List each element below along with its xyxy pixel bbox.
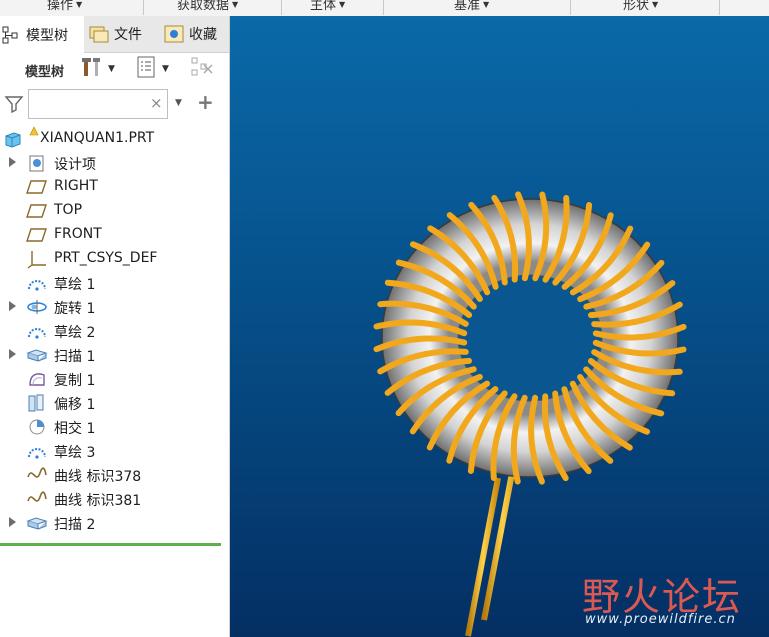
tree-item[interactable]: 曲线 标识381 (0, 487, 229, 511)
tree-item[interactable]: 复制 1 (0, 367, 229, 391)
model-tree-toolbar: 模型树 ▼ ▼ (0, 52, 229, 86)
tree-item-label: 设计项 (54, 157, 96, 173)
sweep-icon (26, 513, 48, 533)
divider (281, 0, 282, 15)
tree-display-button[interactable] (190, 56, 216, 82)
tree-item-label: 扫描 2 (54, 517, 96, 533)
sweep-icon (26, 345, 48, 365)
tree-filter-row: × ▼ + (0, 88, 229, 122)
tab-model-tree[interactable]: 模型树 (0, 16, 84, 53)
chevron-down-icon: ▼ (483, 0, 490, 9)
intersect-icon (26, 417, 48, 437)
tree-item[interactable]: 旋转 1 (0, 295, 229, 319)
tree-item-label: 复制 1 (54, 373, 96, 389)
chevron-down-icon: ▼ (162, 64, 169, 74)
curve-icon (26, 465, 48, 485)
tree-item-label: 偏移 1 (54, 397, 96, 413)
design-items-icon (26, 153, 48, 173)
expand-arrow-icon[interactable] (9, 349, 16, 359)
tree-item[interactable]: TOP (0, 199, 229, 223)
tree-item-label: 相交 1 (54, 421, 96, 437)
model-tree-icon (0, 24, 22, 46)
tab-files[interactable]: 文件 (88, 16, 158, 52)
tree-item[interactable]: 偏移 1 (0, 391, 229, 415)
navigator-tabs: 模型树 文件 收藏 (0, 16, 229, 53)
tree-item[interactable]: 草绘 3 (0, 439, 229, 463)
part-icon (2, 129, 24, 149)
ribbon-group-shapes[interactable]: 形状 ▼ (623, 0, 658, 14)
tree-item-label: 旋转 1 (54, 301, 96, 317)
expand-arrow-icon[interactable] (9, 157, 16, 167)
tree-item-label: 曲线 标识378 (54, 469, 142, 485)
tree-item[interactable]: 扫描 1 (0, 343, 229, 367)
clear-icon[interactable]: × (150, 94, 163, 112)
curve-icon (26, 489, 48, 509)
chevron-down-icon: ▼ (108, 64, 115, 74)
favorites-icon (163, 23, 185, 45)
ribbon-group-get-data[interactable]: 获取数据 ▼ (177, 0, 238, 14)
tree-item-label: RIGHT (54, 178, 98, 194)
expand-arrow-icon[interactable] (9, 301, 16, 311)
model-tree-label[interactable]: 模型树 (25, 61, 64, 80)
sketch-icon (26, 441, 48, 461)
list-columns-icon (134, 55, 158, 83)
chevron-down-icon[interactable]: ▼ (175, 98, 182, 108)
tree-item[interactable]: RIGHT (0, 175, 229, 199)
chevron-down-icon: ▼ (339, 0, 346, 9)
tools-icon (80, 55, 104, 83)
navigator-panel: 模型树 文件 收藏 模型树 ▼ ▼ × ▼ + XIANQUAN1.PRT 设计… (0, 16, 230, 637)
tree-item-label: FRONT (54, 226, 102, 242)
folder-icon (88, 23, 110, 45)
tree-item-label: 草绘 2 (54, 325, 96, 341)
tree-item-label: 草绘 1 (54, 277, 96, 293)
tree-item[interactable]: PRT_CSYS_DEF (0, 247, 229, 271)
offset-icon (26, 393, 48, 413)
datum-plane-icon (26, 177, 48, 197)
warning-icon (29, 124, 39, 140)
expand-arrow-icon[interactable] (9, 517, 16, 527)
graphics-viewport[interactable]: 野火论坛 www.proewildfire.cn (230, 16, 769, 637)
sketch-icon (26, 321, 48, 341)
divider (719, 0, 720, 15)
chevron-down-icon: ▼ (652, 0, 659, 9)
tree-item[interactable]: 扫描 2 (0, 511, 229, 535)
add-button[interactable]: + (197, 90, 214, 114)
datum-plane-icon (26, 201, 48, 221)
tree-item[interactable]: 草绘 1 (0, 271, 229, 295)
ribbon-group-bar: 操作 ▼ 获取数据 ▼ 主体 ▼ 基准 ▼ 形状 ▼ (0, 0, 769, 17)
sketch-icon (26, 273, 48, 293)
csys-icon (26, 249, 48, 269)
tree-item[interactable]: FRONT (0, 223, 229, 247)
forum-watermark-url: www.proewildfire.cn (585, 612, 736, 627)
ribbon-group-body[interactable]: 主体 ▼ (310, 0, 345, 14)
divider (570, 0, 571, 15)
tree-settings-button[interactable]: ▼ (80, 56, 115, 82)
divider (383, 0, 384, 15)
datum-plane-icon (26, 225, 48, 245)
tree-item-label: PRT_CSYS_DEF (54, 250, 158, 266)
tree-item[interactable]: 设计项 (0, 151, 229, 175)
tab-favorites[interactable]: 收藏 (163, 16, 229, 52)
ribbon-group-operations[interactable]: 操作 ▼ (47, 0, 82, 14)
chevron-down-icon: ▼ (76, 0, 83, 9)
divider (0, 543, 221, 546)
copy-icon (26, 369, 48, 389)
revolve-icon (26, 297, 48, 317)
filter-icon[interactable] (4, 94, 24, 118)
tree-item-label: TOP (54, 202, 83, 218)
tree-item[interactable]: 相交 1 (0, 415, 229, 439)
tree-search-input[interactable] (28, 89, 168, 119)
toroid-coil-model[interactable] (230, 16, 769, 637)
tree-display-icon (190, 55, 216, 83)
tree-item-label: 曲线 标识381 (54, 493, 142, 509)
tree-item[interactable]: 草绘 2 (0, 319, 229, 343)
tree-item[interactable]: 曲线 标识378 (0, 463, 229, 487)
tree-item-label: 扫描 1 (54, 349, 96, 365)
tree-root-part[interactable]: XIANQUAN1.PRT (0, 124, 229, 151)
chevron-down-icon: ▼ (232, 0, 239, 9)
divider (143, 0, 144, 15)
tree-columns-button[interactable]: ▼ (134, 56, 169, 82)
tree-item-label: 草绘 3 (54, 445, 96, 461)
ribbon-group-datum[interactable]: 基准 ▼ (454, 0, 489, 14)
